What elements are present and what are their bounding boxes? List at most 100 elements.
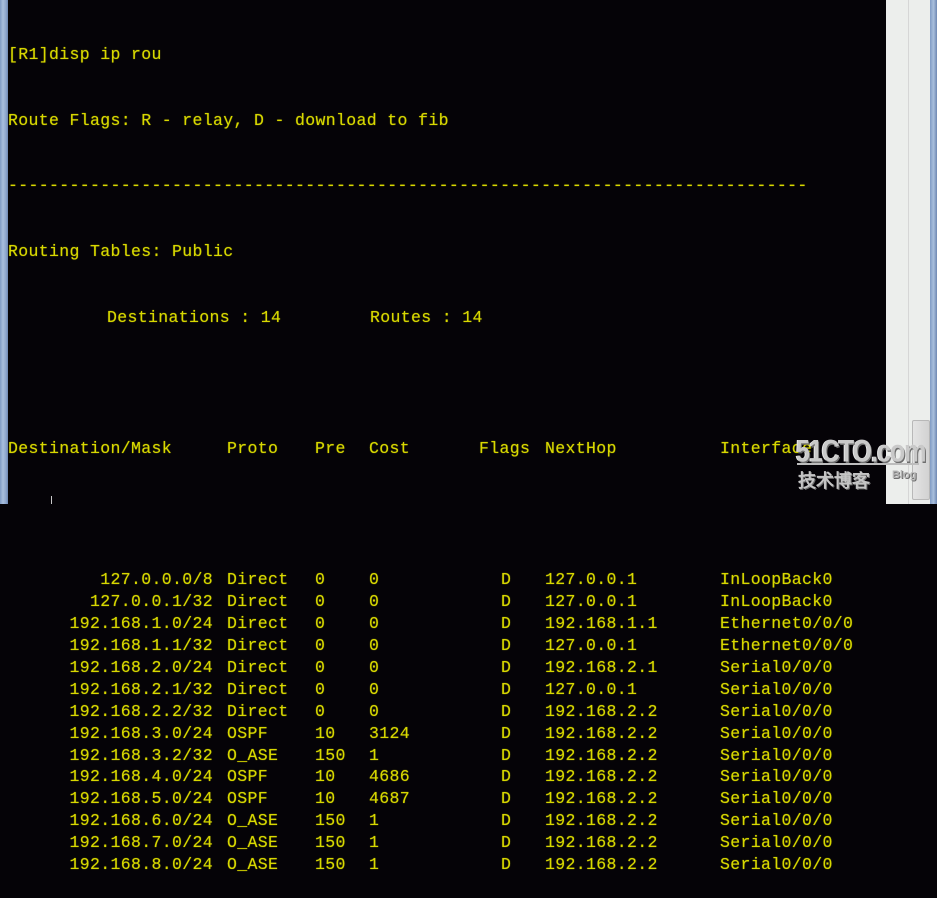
route-flags: D	[501, 658, 512, 677]
route-cost: 4687	[369, 789, 411, 809]
flags-legend-line: Route Flags: R - relay, D - download to …	[8, 110, 886, 132]
route-proto: O_ASE	[227, 811, 279, 831]
route-interface: Serial0/0/0	[720, 745, 833, 765]
routing-table-title: Routing Tables: Public	[8, 241, 234, 261]
route-cost: 0	[369, 658, 380, 677]
summary-line: Destinations : 14 Routes : 14	[8, 307, 886, 329]
route-row: 192.168.2.0/24 Direct 0 0 D 192.168.2.1 Serial…	[8, 657, 886, 679]
route-row: 192.168.5.0/24 OSPF 10 4687 D 192.168.2.2 Seri…	[8, 788, 886, 810]
command-text: [R1]disp ip rou	[8, 44, 162, 64]
window-left-border	[0, 0, 8, 504]
column-header-row: Destination/Mask Proto Pre Cost Flags Ne…	[8, 438, 886, 460]
route-proto: Direct	[227, 658, 289, 677]
route-row: 192.168.3.0/24 OSPF 10 3124 D 192.168.2.2 Seri…	[8, 723, 886, 745]
route-row: 192.168.4.0/24 OSPF 10 4686 D 192.168.2.2 Seri…	[8, 766, 886, 788]
route-row: 192.168.8.0/24 O_ASE 150 1 D 192.168.2.2 Seria…	[8, 854, 886, 876]
route-nexthop: 192.168.2.2	[545, 701, 658, 721]
route-destination: 192.168.1.0/24	[69, 614, 213, 634]
route-preference: 0	[315, 636, 326, 656]
route-proto: O_ASE	[227, 855, 279, 875]
route-row: 192.168.3.2/32 O_ASE 150 1 D 192.168.2.2 Seria…	[8, 745, 886, 767]
route-row: 192.168.6.0/24 O_ASE 150 1 D 192.168.2.2 Seria…	[8, 810, 886, 832]
route-interface: Serial0/0/0	[720, 789, 833, 809]
route-destination: 192.168.3.2/32	[69, 745, 213, 765]
scrollbar-thumb[interactable]	[912, 420, 930, 500]
route-row: 127.0.0.0/8 Direct 0 0 D 127.0.0.1 InLoopBack0	[8, 569, 886, 591]
route-flags: D	[501, 701, 512, 721]
route-interface: InLoopBack0	[720, 592, 833, 612]
route-nexthop: 127.0.0.1	[545, 679, 638, 699]
route-preference: 150	[315, 811, 346, 831]
route-proto: OSPF	[227, 767, 269, 787]
route-proto: OSPF	[227, 723, 269, 743]
route-preference: 0	[315, 614, 326, 634]
column-header-nexthop: NextHop	[545, 439, 617, 459]
route-interface: Serial0/0/0	[720, 833, 833, 853]
window-right-border	[930, 0, 937, 504]
route-interface: Serial0/0/0	[720, 767, 833, 787]
route-preference: 150	[315, 855, 346, 875]
route-preference: 150	[315, 745, 346, 765]
vertical-scrollbar[interactable]	[908, 0, 931, 504]
column-header-cost: Cost	[369, 439, 411, 459]
route-destination: 192.168.6.0/24	[69, 811, 213, 831]
route-proto: Direct	[227, 679, 289, 699]
route-flags: D	[501, 723, 512, 743]
route-flags: D	[501, 592, 512, 612]
route-interface: Serial0/0/0	[720, 679, 833, 699]
route-cost: 0	[369, 592, 380, 612]
route-destination: 192.168.2.1/32	[69, 679, 213, 699]
route-flags: D	[501, 767, 512, 787]
route-destination: 192.168.5.0/24	[69, 789, 213, 809]
column-header-interface: Interface	[720, 439, 813, 459]
route-flags: D	[501, 855, 512, 875]
route-proto: Direct	[227, 570, 289, 590]
route-preference: 0	[315, 570, 326, 590]
route-cost: 0	[369, 636, 380, 656]
route-nexthop: 127.0.0.1	[545, 592, 638, 612]
route-row: 192.168.1.1/32 Direct 0 0 D 127.0.0.1 Ethernet…	[8, 635, 886, 657]
route-preference: 0	[315, 701, 326, 721]
route-proto: O_ASE	[227, 833, 279, 853]
route-interface: Serial0/0/0	[720, 855, 833, 875]
route-proto: OSPF	[227, 789, 269, 809]
destinations-count: Destinations : 14	[107, 307, 282, 327]
route-destination: 192.168.2.0/24	[69, 658, 213, 677]
route-proto: Direct	[227, 701, 289, 721]
route-proto: O_ASE	[227, 745, 279, 765]
column-header-flags: Flags	[479, 439, 531, 459]
route-flags: D	[501, 614, 512, 634]
route-nexthop: 127.0.0.1	[545, 636, 638, 656]
route-destination: 192.168.8.0/24	[69, 855, 213, 875]
route-destination: 192.168.4.0/24	[69, 767, 213, 787]
route-nexthop: 192.168.2.2	[545, 767, 658, 787]
route-nexthop: 192.168.2.2	[545, 789, 658, 809]
terminal-output[interactable]: [R1]disp ip rou Route Flags: R - relay, …	[8, 0, 886, 874]
route-destination: 192.168.3.0/24	[69, 723, 213, 743]
route-proto: Direct	[227, 636, 289, 656]
route-interface: Serial0/0/0	[720, 811, 833, 831]
separator-line: ----------------------------------------…	[8, 175, 886, 197]
route-row: 192.168.2.2/32 Direct 0 0 D 192.168.2.2 Serial…	[8, 701, 886, 723]
route-row: 192.168.1.0/24 Direct 0 0 D 192.168.1.1 Ethern…	[8, 613, 886, 635]
window-frame-gap	[886, 0, 908, 504]
route-cost: 0	[369, 679, 380, 699]
route-interface: Ethernet0/0/0	[720, 614, 854, 634]
route-destination: 192.168.2.2/32	[69, 701, 213, 721]
route-nexthop: 192.168.2.2	[545, 811, 658, 831]
route-nexthop: 192.168.2.1	[545, 658, 658, 677]
route-cost: 1	[369, 833, 380, 853]
route-nexthop: 192.168.2.2	[545, 723, 658, 743]
route-nexthop: 192.168.1.1	[545, 614, 658, 634]
route-interface: Ethernet0/0/0	[720, 636, 854, 656]
flags-legend-text: Route Flags: R - relay, D - download to …	[8, 110, 449, 130]
route-preference: 10	[315, 789, 336, 809]
route-preference: 150	[315, 833, 346, 853]
route-preference: 0	[315, 592, 326, 612]
route-row: 127.0.0.1/32 Direct 0 0 D 127.0.0.1 InLoopBack…	[8, 591, 886, 613]
route-interface: Serial0/0/0	[720, 658, 833, 677]
route-preference: 10	[315, 723, 336, 743]
routes-count: Routes : 14	[370, 307, 483, 327]
